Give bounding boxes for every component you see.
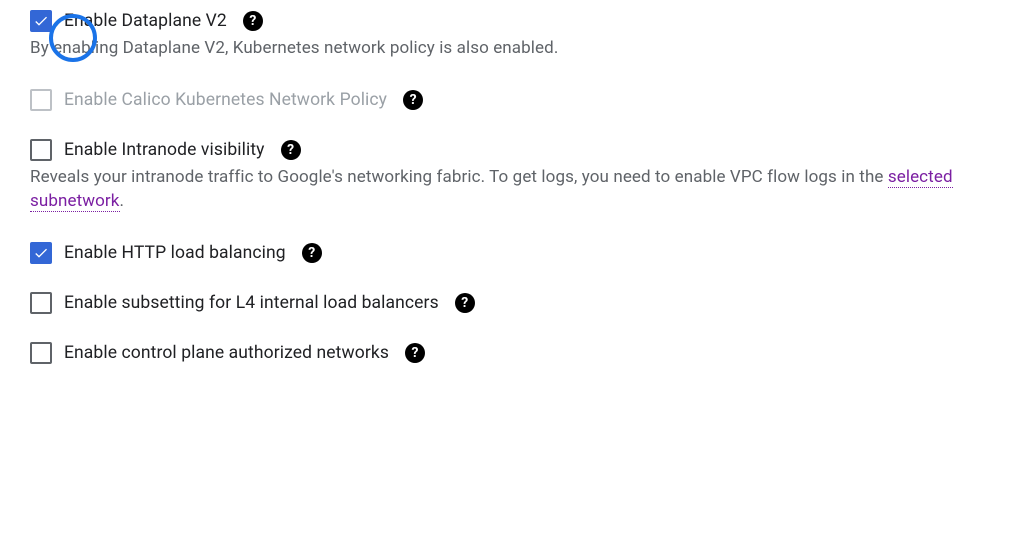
description-text: . (120, 191, 125, 211)
help-icon[interactable]: ? (243, 11, 263, 31)
checkbox-intranode[interactable] (30, 139, 52, 161)
checkbox-dataplane-v2[interactable] (30, 10, 52, 32)
description-dataplane-v2: By enabling Dataplane V2, Kubernetes net… (30, 36, 990, 61)
option-calico: Enable Calico Kubernetes Network Policy … (30, 89, 1004, 111)
option-control-plane: Enable control plane authorized networks… (30, 342, 1004, 364)
check-icon (33, 245, 49, 261)
checkbox-http-lb[interactable] (30, 242, 52, 264)
description-text: Reveals your intranode traffic to Google… (30, 167, 888, 187)
check-icon (33, 13, 49, 29)
help-icon[interactable]: ? (281, 140, 301, 160)
label-dataplane-v2: Enable Dataplane V2 (64, 11, 227, 31)
checkbox-subsetting[interactable] (30, 292, 52, 314)
label-calico: Enable Calico Kubernetes Network Policy (64, 90, 387, 110)
checkbox-control-plane[interactable] (30, 342, 52, 364)
option-intranode: Enable Intranode visibility ? Reveals yo… (30, 139, 1004, 214)
option-http-lb: Enable HTTP load balancing ? (30, 242, 1004, 264)
checkbox-calico (30, 89, 52, 111)
help-icon[interactable]: ? (403, 90, 423, 110)
option-dataplane-v2: Enable Dataplane V2 ? By enabling Datapl… (30, 10, 1004, 61)
label-control-plane: Enable control plane authorized networks (64, 343, 389, 363)
label-intranode: Enable Intranode visibility (64, 140, 265, 160)
help-icon[interactable]: ? (405, 343, 425, 363)
label-http-lb: Enable HTTP load balancing (64, 243, 286, 263)
label-subsetting: Enable subsetting for L4 internal load b… (64, 293, 439, 313)
description-intranode: Reveals your intranode traffic to Google… (30, 165, 990, 214)
option-subsetting: Enable subsetting for L4 internal load b… (30, 292, 1004, 314)
help-icon[interactable]: ? (302, 243, 322, 263)
help-icon[interactable]: ? (455, 293, 475, 313)
